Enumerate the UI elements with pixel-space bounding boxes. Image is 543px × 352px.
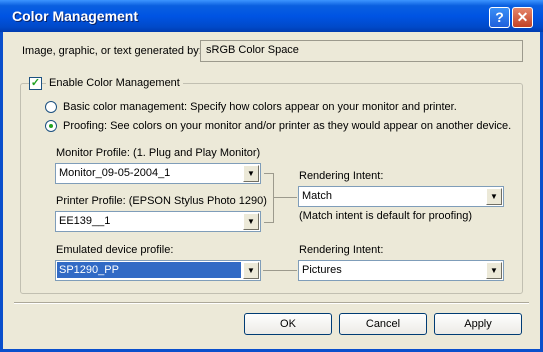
basic-color-management-label[interactable]: Basic color management: Specify how colo…	[63, 101, 457, 113]
rendering-intent-2-value: Pictures	[302, 264, 342, 276]
rendering-intent-value: Match	[302, 190, 332, 202]
title-bar[interactable]: Color Management ? ✕	[0, 0, 543, 32]
monitor-profile-label: Monitor Profile: (1. Plug and Play Monit…	[56, 147, 261, 159]
emulated-profile-label: Emulated device profile:	[56, 244, 174, 256]
help-button[interactable]: ?	[489, 7, 510, 28]
cancel-button[interactable]: Cancel	[339, 313, 427, 335]
close-button[interactable]: ✕	[512, 7, 533, 28]
monitor-profile-value: Monitor_09-05-2004_1	[59, 167, 171, 179]
enable-color-management-checkbox[interactable]: ✓	[29, 77, 42, 90]
source-label: Image, graphic, or text generated by:	[22, 45, 202, 57]
monitor-profile-select[interactable]: Monitor_09-05-2004_1 ▼	[55, 163, 261, 184]
help-icon: ?	[495, 9, 504, 25]
chevron-down-icon[interactable]: ▼	[243, 165, 259, 182]
chevron-down-icon[interactable]: ▼	[243, 213, 259, 230]
close-icon: ✕	[516, 9, 529, 25]
apply-button[interactable]: Apply	[434, 313, 522, 335]
rendering-intent-2-label: Rendering Intent:	[299, 244, 384, 256]
profile-bracket	[264, 173, 274, 223]
source-field: sRGB Color Space	[200, 40, 523, 62]
source-value: sRGB Color Space	[206, 44, 299, 56]
button-separator	[14, 302, 529, 304]
chevron-down-icon[interactable]: ▼	[486, 188, 502, 205]
enable-color-management-label[interactable]: Enable Color Management	[46, 77, 183, 89]
printer-profile-select[interactable]: EE139__1 ▼	[55, 211, 261, 232]
printer-profile-value: EE139__1	[59, 215, 111, 227]
basic-color-management-radio[interactable]	[45, 101, 57, 113]
proofing-label[interactable]: Proofing: See colors on your monitor and…	[63, 120, 511, 132]
emulated-connector	[263, 270, 297, 271]
chevron-down-icon[interactable]: ▼	[243, 262, 259, 279]
chevron-down-icon[interactable]: ▼	[486, 262, 502, 279]
color-management-dialog: Color Management ? ✕ Image, graphic, or …	[0, 0, 543, 352]
bracket-connector	[273, 197, 297, 198]
printer-profile-label: Printer Profile: (EPSON Stylus Photo 129…	[56, 195, 267, 207]
window-frame-left	[0, 32, 3, 352]
proofing-radio[interactable]	[45, 120, 57, 132]
emulated-profile-value: SP1290_PP	[57, 262, 241, 278]
rendering-intent-label: Rendering Intent:	[299, 170, 384, 182]
emulated-profile-select[interactable]: SP1290_PP ▼	[55, 260, 261, 281]
rendering-intent-note: (Match intent is default for proofing)	[299, 210, 473, 222]
rendering-intent-select[interactable]: Match ▼	[298, 186, 504, 207]
radio-selected-dot	[49, 124, 53, 128]
checkmark-icon: ✓	[30, 77, 41, 89]
ok-button[interactable]: OK	[244, 313, 332, 335]
rendering-intent-2-select[interactable]: Pictures ▼	[298, 260, 504, 281]
window-title: Color Management	[12, 8, 139, 24]
